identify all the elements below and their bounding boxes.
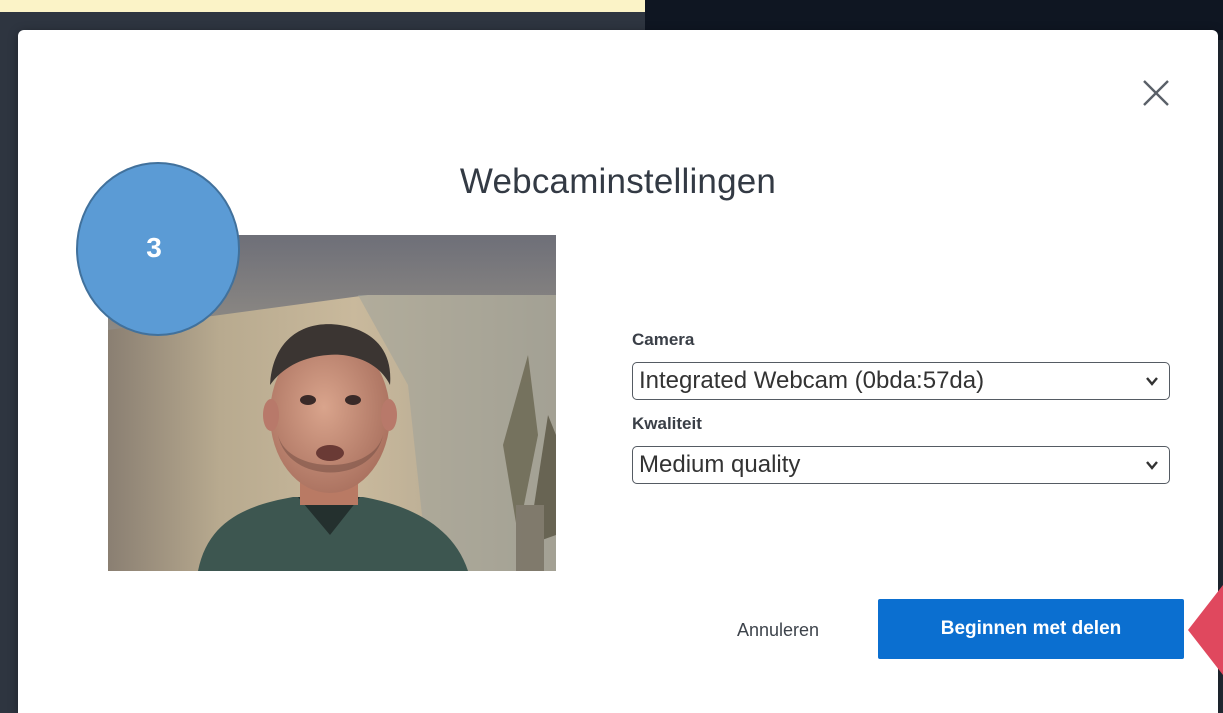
quality-select-value: Medium quality bbox=[639, 451, 801, 478]
chevron-down-icon bbox=[1146, 377, 1158, 386]
close-icon bbox=[1143, 80, 1169, 106]
background-banner bbox=[0, 0, 645, 12]
step-number-badge: 3 bbox=[76, 162, 240, 336]
webcam-settings-form: Camera Integrated Webcam (0bda:57da) Kwa… bbox=[632, 330, 1174, 484]
cancel-button[interactable]: Annuleren bbox=[708, 600, 848, 660]
close-button[interactable] bbox=[1138, 75, 1174, 111]
start-sharing-button[interactable]: Beginnen met delen bbox=[878, 599, 1184, 659]
camera-select[interactable]: Integrated Webcam (0bda:57da) bbox=[632, 362, 1170, 400]
webcam-settings-dialog: Webcaminstellingen Camera Integrated Web… bbox=[18, 30, 1218, 713]
quality-select[interactable]: Medium quality bbox=[632, 446, 1170, 484]
pointer-arrow-icon bbox=[1188, 585, 1223, 675]
camera-select-value: Integrated Webcam (0bda:57da) bbox=[639, 367, 985, 394]
camera-label: Camera bbox=[632, 330, 695, 349]
chevron-down-icon bbox=[1146, 461, 1158, 470]
quality-label: Kwaliteit bbox=[632, 414, 702, 433]
